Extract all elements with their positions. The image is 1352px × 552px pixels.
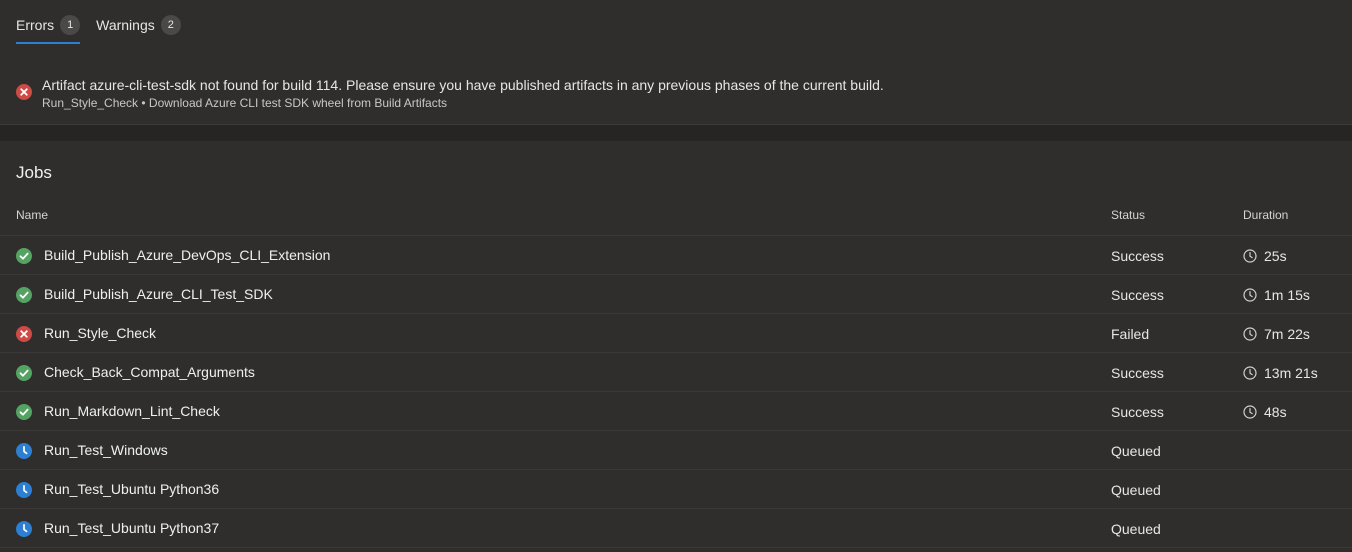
table-row[interactable]: Run_Test_Ubuntu Python37 Queued [0, 509, 1352, 548]
job-name: Run_Test_Windows [44, 442, 168, 458]
job-duration-value: 48s [1264, 404, 1287, 420]
job-status: Success [1111, 248, 1164, 264]
issues-tabs: Errors 1 Warnings 2 [16, 14, 181, 44]
queued-clock-icon [16, 443, 32, 459]
tab-errors-label: Errors [16, 17, 55, 33]
job-name: Check_Back_Compat_Arguments [44, 364, 255, 380]
job-name: Run_Markdown_Lint_Check [44, 403, 220, 419]
column-header-duration: Duration [1243, 208, 1289, 222]
clock-icon [1243, 288, 1257, 302]
error-source[interactable]: Run_Style_Check • Download Azure CLI tes… [42, 94, 884, 112]
clock-icon [1243, 327, 1257, 341]
job-name: Run_Test_Ubuntu Python37 [44, 520, 220, 536]
error-circle-icon [16, 84, 32, 100]
jobs-table-header: Name Status Duration [0, 199, 1352, 236]
job-name: Build_Publish_Azure_DevOps_CLI_Extension [44, 247, 331, 263]
queued-clock-icon [16, 482, 32, 498]
table-row[interactable]: Run_Style_Check Failed 7m 22s [0, 314, 1352, 353]
column-header-status: Status [1111, 208, 1146, 222]
job-status: Queued [1111, 521, 1161, 537]
job-status: Failed [1111, 326, 1150, 342]
clock-icon [1243, 249, 1257, 263]
job-duration: 25s [1243, 248, 1287, 264]
job-duration-value: 1m 15s [1264, 287, 1310, 303]
job-duration: 13m 21s [1243, 365, 1318, 381]
errors-panel: Errors 1 Warnings 2 Artifact azure-cli-t… [0, 0, 1352, 125]
errors-count-badge: 1 [60, 15, 81, 35]
table-row[interactable]: Build_Publish_Azure_DevOps_CLI_Extension… [0, 236, 1352, 275]
error-circle-icon [16, 326, 32, 342]
table-row[interactable]: Run_Test_Windows Queued [0, 431, 1352, 470]
error-item[interactable]: Artifact azure-cli-test-sdk not found fo… [16, 76, 884, 112]
job-name: Run_Test_Ubuntu Python36 [44, 481, 220, 497]
job-duration: 1m 15s [1243, 287, 1310, 303]
job-duration-value: 25s [1264, 248, 1287, 264]
job-duration-value: 7m 22s [1264, 326, 1310, 342]
warnings-count-badge: 2 [160, 15, 181, 35]
success-check-icon [16, 404, 32, 420]
job-status: Success [1111, 365, 1164, 381]
tab-errors[interactable]: Errors 1 [16, 14, 81, 44]
error-message: Artifact azure-cli-test-sdk not found fo… [42, 77, 884, 93]
column-header-name: Name [16, 208, 49, 222]
clock-icon [1243, 366, 1257, 380]
tab-warnings-label: Warnings [96, 17, 155, 33]
table-row[interactable]: Run_Test_Ubuntu Python36 Queued [0, 470, 1352, 509]
clock-icon [1243, 405, 1257, 419]
success-check-icon [16, 248, 32, 264]
table-row[interactable]: Build_Publish_Azure_CLI_Test_SDK Success 1… [0, 275, 1352, 314]
table-row[interactable]: Check_Back_Compat_Arguments Success 13m 21… [0, 353, 1352, 392]
job-name: Run_Style_Check [44, 325, 157, 341]
job-status: Success [1111, 287, 1164, 303]
job-duration: 48s [1243, 404, 1287, 420]
job-duration-value: 13m 21s [1264, 365, 1318, 381]
job-status: Queued [1111, 482, 1161, 498]
success-check-icon [16, 287, 32, 303]
queued-clock-icon [16, 521, 32, 537]
tab-warnings[interactable]: Warnings 2 [96, 14, 181, 36]
job-status: Queued [1111, 443, 1161, 459]
table-row[interactable]: Run_Markdown_Lint_Check Success 48s [0, 392, 1352, 431]
jobs-title: Jobs [16, 163, 52, 182]
job-status: Success [1111, 404, 1164, 420]
job-name: Build_Publish_Azure_CLI_Test_SDK [44, 286, 273, 302]
jobs-panel: Jobs Name Status Duration Build_Publish_… [0, 141, 1352, 552]
success-check-icon [16, 365, 32, 381]
job-duration: 7m 22s [1243, 326, 1310, 342]
section-divider [0, 125, 1352, 141]
